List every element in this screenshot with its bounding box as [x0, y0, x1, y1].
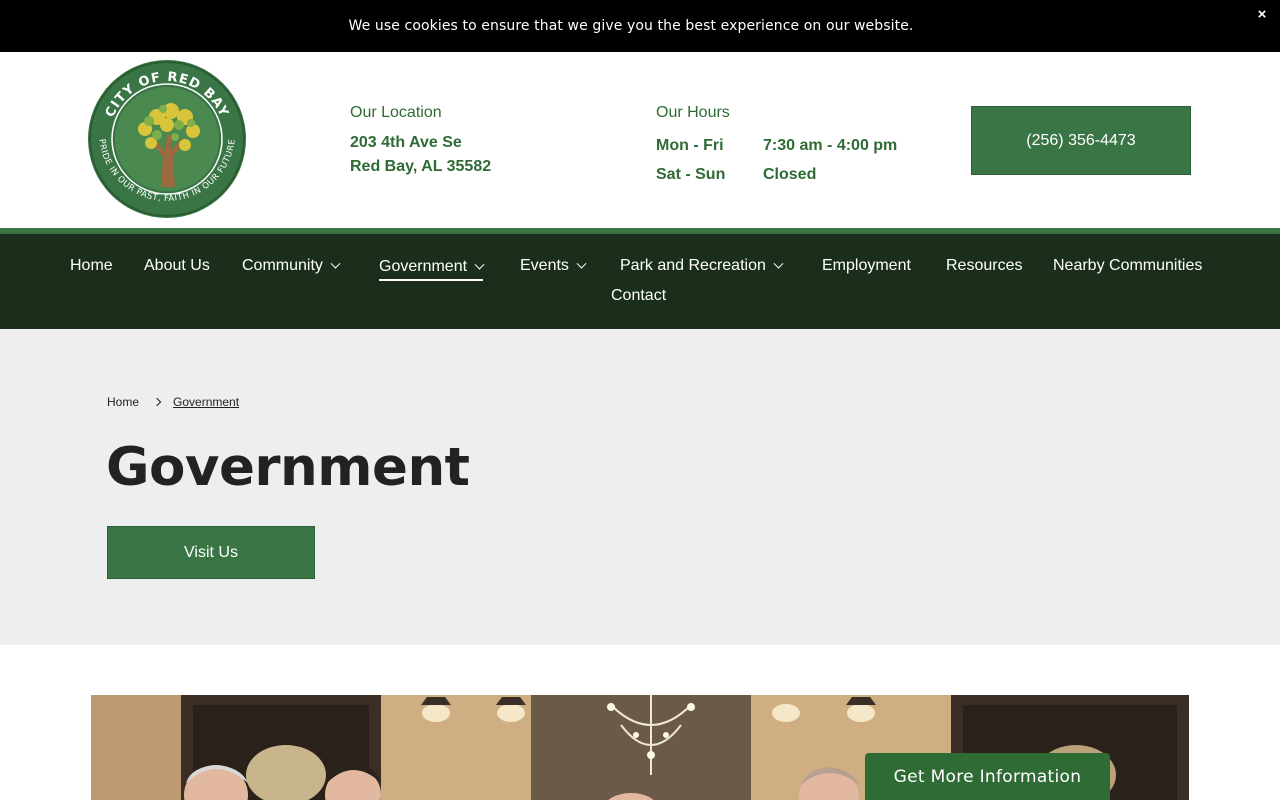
- nav-item-events[interactable]: Events: [520, 255, 587, 277]
- chevron-down-icon: [474, 259, 485, 270]
- nav-label: Home: [70, 257, 113, 274]
- city-logo[interactable]: CITY OF RED BAY PRIDE IN OUR PAST, FAITH…: [87, 59, 247, 219]
- hours-days: Mon - Fri: [656, 136, 724, 154]
- nav-item-employment[interactable]: Employment: [822, 255, 911, 277]
- hours-days: Sat - Sun: [656, 165, 726, 183]
- nav-item-contact[interactable]: Contact: [611, 285, 666, 307]
- nav-item-home[interactable]: Home: [70, 255, 113, 277]
- nav-item-about-us[interactable]: About Us: [144, 255, 210, 277]
- breadcrumb: Home Government: [107, 395, 239, 409]
- nav-label: Government: [379, 258, 468, 275]
- get-more-information-button[interactable]: Get More Information: [865, 753, 1110, 800]
- close-icon[interactable]: ×: [1253, 6, 1271, 24]
- nav-label: Events: [520, 257, 569, 274]
- cookie-banner: We use cookies to ensure that we give yo…: [0, 0, 1280, 52]
- nav-label: About Us: [144, 257, 210, 274]
- nav-label: Community: [242, 257, 323, 274]
- cookie-message: We use cookies to ensure that we give yo…: [348, 18, 914, 34]
- nav-item-government[interactable]: Government: [379, 255, 485, 281]
- address-line-2: Red Bay, AL 35582: [350, 158, 492, 175]
- nav-item-nearby-communities[interactable]: Nearby Communities: [1053, 255, 1202, 277]
- nav-label: Employment: [822, 257, 911, 274]
- nav-item-park-and-recreation[interactable]: Park and Recreation: [620, 255, 784, 277]
- hours-row: Mon - Fri 7:30 am - 4:00 pm: [656, 131, 897, 160]
- nav-label: Contact: [611, 287, 667, 304]
- chevron-right-icon: [152, 397, 162, 407]
- hours-label: Our Hours: [656, 104, 730, 121]
- page-title: Government: [106, 437, 470, 498]
- chevron-down-icon: [773, 258, 784, 269]
- hours-time: 7:30 am - 4:00 pm: [763, 136, 898, 154]
- breadcrumb-current[interactable]: Government: [173, 395, 239, 409]
- breadcrumb-home[interactable]: Home: [107, 395, 139, 409]
- hero-section: Home Government Government Visit Us: [0, 329, 1280, 645]
- hours-time: Closed: [763, 165, 817, 183]
- nav-item-community[interactable]: Community: [242, 255, 341, 277]
- nav-label: Nearby Communities: [1053, 257, 1203, 274]
- hours-row: Sat - Sun Closed: [656, 160, 897, 189]
- address-line-1: 203 4th Ave Se: [350, 134, 462, 151]
- main-nav: Home About Us Community Government Event…: [0, 234, 1280, 329]
- chevron-down-icon: [330, 258, 341, 269]
- nav-label: Resources: [946, 257, 1023, 274]
- nav-label: Park and Recreation: [620, 257, 766, 274]
- hours-block: Our Hours Mon - Fri 7:30 am - 4:00 pm Sa…: [656, 104, 897, 189]
- site-header: CITY OF RED BAY PRIDE IN OUR PAST, FAITH…: [0, 52, 1280, 228]
- location-label: Our Location: [350, 104, 442, 121]
- location-block: Our Location 203 4th Ave Se Red Bay, AL …: [350, 104, 491, 179]
- nav-item-resources[interactable]: Resources: [946, 255, 1022, 277]
- chevron-down-icon: [576, 258, 587, 269]
- phone-button[interactable]: (256) 356-4473: [971, 106, 1191, 175]
- visit-us-button[interactable]: Visit Us: [107, 526, 315, 579]
